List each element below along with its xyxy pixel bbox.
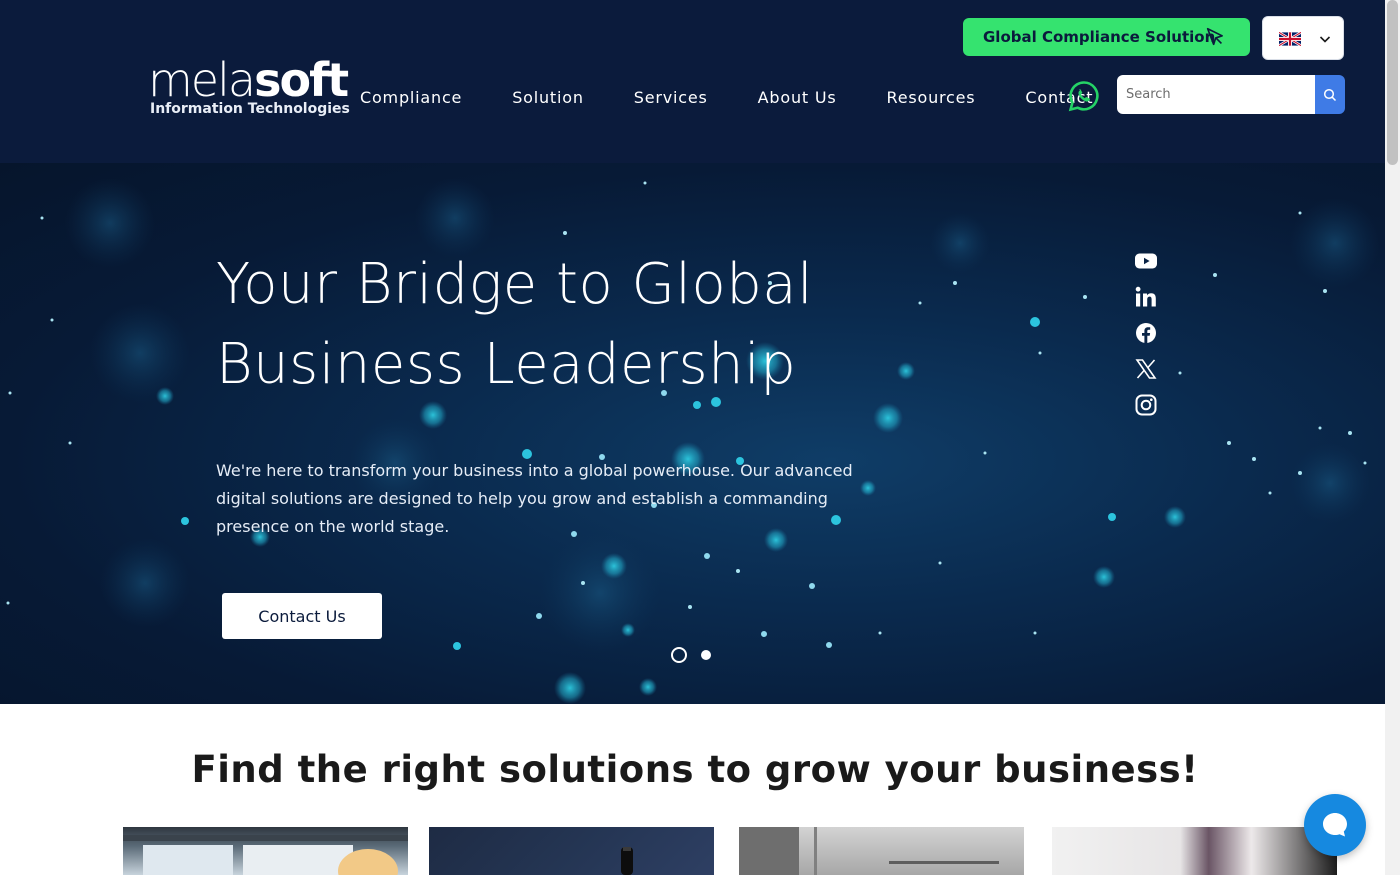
facebook-icon[interactable]	[1134, 321, 1158, 345]
solution-card-image[interactable]	[1052, 827, 1337, 875]
x-icon[interactable]	[1134, 357, 1158, 381]
youtube-icon[interactable]	[1134, 249, 1158, 273]
carousel-dot[interactable]	[701, 650, 711, 660]
pen-photo	[621, 847, 633, 875]
hero-title: Your Bridge to Global Business Leadershi…	[216, 252, 814, 397]
scrollbar-thumb[interactable]	[1387, 0, 1398, 165]
page-scrollbar[interactable]	[1385, 0, 1400, 875]
solution-card-image[interactable]	[123, 827, 408, 875]
whatsapp-icon[interactable]	[1068, 80, 1100, 112]
solution-card-image[interactable]	[739, 827, 1024, 875]
search-button[interactable]	[1315, 75, 1345, 114]
hero-banner: Your Bridge to Global Business Leadershi…	[0, 163, 1385, 704]
logo-wordmark: melasoft	[148, 53, 349, 107]
social-links	[1134, 249, 1158, 429]
global-compliance-label: Global Compliance Solution	[983, 28, 1216, 46]
hero-description: We're here to transform your business in…	[216, 461, 853, 536]
contact-us-button[interactable]: Contact Us	[222, 593, 382, 639]
nav-item-solution[interactable]: Solution	[512, 88, 584, 112]
linkedin-icon[interactable]	[1134, 285, 1158, 309]
nav-item-compliance[interactable]: Compliance	[360, 88, 462, 112]
cursor-icon	[1206, 27, 1223, 46]
nav-item-services[interactable]: Services	[634, 88, 708, 112]
uk-flag-icon	[1279, 32, 1301, 46]
chat-bubble-icon	[1323, 813, 1347, 837]
office-photo	[123, 835, 408, 875]
carousel-dot-active[interactable]	[671, 647, 687, 663]
search-input[interactable]	[1117, 75, 1316, 114]
logo[interactable]: melasoft Information Technologies	[148, 56, 350, 126]
nav-item-about-us[interactable]: About Us	[758, 88, 837, 112]
site-header: melasoft Information Technologies Compli…	[0, 0, 1385, 163]
search-box	[1117, 75, 1345, 114]
language-selector[interactable]	[1262, 16, 1344, 60]
global-compliance-button[interactable]: Global Compliance Solution	[963, 18, 1250, 56]
building-photo	[739, 827, 999, 875]
instagram-icon[interactable]	[1134, 393, 1158, 417]
logo-subtitle: Information Technologies	[150, 101, 350, 117]
main-nav: Compliance Solution Services About Us Re…	[360, 88, 1093, 112]
search-icon	[1323, 88, 1337, 101]
nav-item-resources[interactable]: Resources	[887, 88, 976, 112]
solutions-heading: Find the right solutions to grow your bu…	[191, 748, 1199, 791]
carousel-dots	[671, 647, 711, 663]
chevron-down-icon	[1319, 36, 1331, 43]
solution-card-image[interactable]	[429, 827, 714, 875]
chat-button[interactable]	[1304, 794, 1366, 856]
